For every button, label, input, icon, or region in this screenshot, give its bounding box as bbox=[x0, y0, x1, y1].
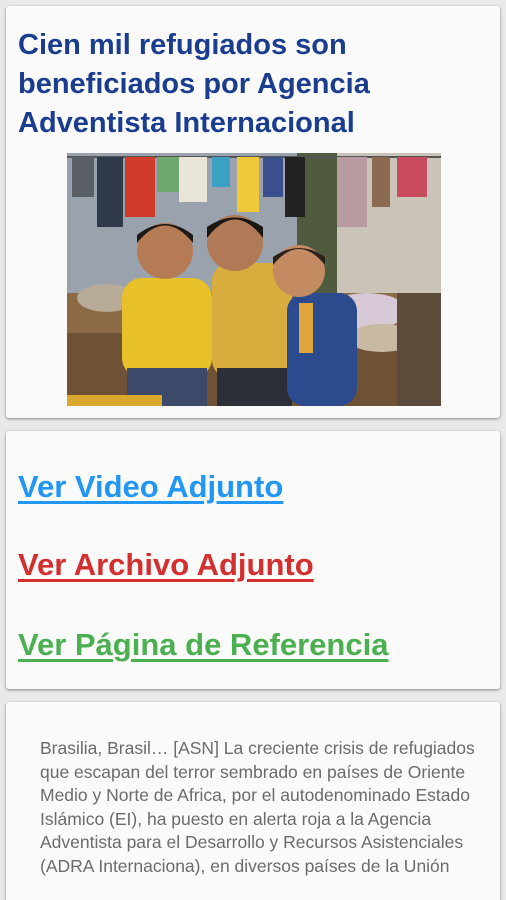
app-screen: Cien mil refugiados son beneficiados por… bbox=[0, 0, 506, 900]
view-reference-link[interactable]: Ver Página de Referencia bbox=[18, 627, 388, 663]
attachments-card: Ver Video Adjunto Ver Archivo Adjunto Ve… bbox=[6, 431, 500, 689]
article-body-card: Brasilia, Brasil… [ASN] La creciente cri… bbox=[6, 702, 500, 900]
view-file-link[interactable]: Ver Archivo Adjunto bbox=[18, 547, 314, 583]
article-title: Cien mil refugiados son beneficiados por… bbox=[18, 29, 370, 139]
article-photo bbox=[67, 153, 441, 406]
article-header-card: Cien mil refugiados son beneficiados por… bbox=[6, 6, 500, 418]
view-video-link[interactable]: Ver Video Adjunto bbox=[18, 469, 283, 505]
article-body-text: Brasilia, Brasil… [ASN] La creciente cri… bbox=[40, 738, 475, 876]
